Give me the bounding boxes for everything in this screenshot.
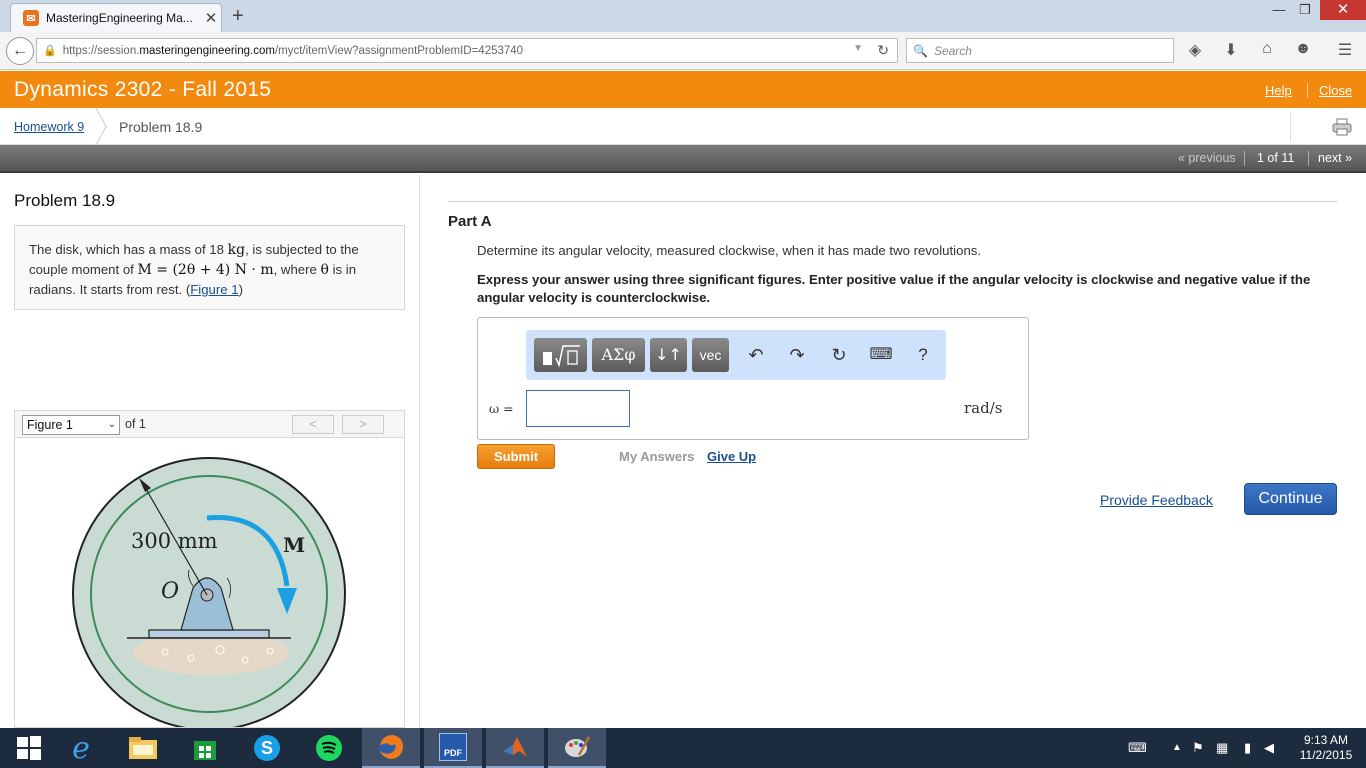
firefox-icon[interactable]	[362, 728, 420, 768]
print-icon[interactable]	[1332, 118, 1352, 136]
paint-icon[interactable]	[548, 728, 606, 768]
give-up-link[interactable]: Give Up	[707, 449, 756, 464]
redo-icon[interactable]: ↷	[784, 342, 810, 368]
search-input[interactable]: 🔍 Search	[906, 38, 1174, 63]
next-link[interactable]: next »	[1318, 151, 1352, 165]
internet-explorer-icon[interactable]: e	[52, 728, 110, 768]
store-icon[interactable]	[176, 728, 234, 768]
minimize-window-icon[interactable]: —	[1266, 0, 1292, 20]
volume-icon[interactable]: ◀	[1264, 740, 1274, 756]
breadcrumb-chevron-icon	[95, 108, 107, 145]
lock-icon: 🔒	[43, 45, 57, 57]
answer-box: ΑΣφ ↓↑ vec ↶ ↷ ↻ ⌨ ? ω = rad/s	[477, 317, 1029, 440]
site-favicon-icon: ✉	[23, 10, 39, 26]
problem-statement: The disk, which has a mass of 18 kg, is …	[14, 225, 405, 310]
part-title: Part A	[448, 213, 492, 230]
fraction-root-icon	[543, 345, 580, 368]
disk-figure: 300 mm O M	[72, 457, 346, 727]
keyboard-icon[interactable]: ⌨	[868, 342, 894, 368]
close-tab-icon[interactable]: ✕	[201, 9, 221, 27]
previous-link[interactable]: « previous	[1178, 151, 1236, 165]
action-center-flag-icon[interactable]: ⚑	[1192, 740, 1204, 756]
figure-next-button[interactable]: >	[342, 415, 384, 434]
breadcrumb: Homework 9 Problem 18.9	[0, 108, 1366, 145]
address-bar[interactable]: 🔒 https://session.masteringengineering.c…	[36, 38, 898, 63]
radius-label: 300 mm	[131, 529, 218, 553]
figure-select[interactable]: Figure 1 ⌄	[22, 415, 120, 435]
battery-icon[interactable]: ▮	[1244, 740, 1251, 756]
continue-button[interactable]: Continue	[1244, 483, 1337, 515]
browser-tab[interactable]: ✉ MasteringEngineering Ma... ✕	[10, 3, 222, 32]
pdf-reader-icon[interactable]: PDF	[424, 728, 482, 768]
reload-icon[interactable]: ↻	[877, 42, 889, 59]
reset-icon[interactable]: ↻	[826, 342, 852, 368]
pocket-icon[interactable]: ◈	[1184, 40, 1206, 60]
chevron-down-icon: ⌄	[107, 419, 116, 430]
header-divider	[1307, 83, 1308, 98]
variable-label: ω =	[489, 401, 514, 416]
answer-input[interactable]	[526, 390, 630, 427]
skype-icon[interactable]: S	[238, 728, 296, 768]
browser-nav-bar: ← 🔒 https://session.masteringengineering…	[0, 32, 1366, 70]
undo-icon[interactable]: ↶	[743, 342, 769, 368]
figure-count: of 1	[125, 417, 146, 431]
new-tab-icon[interactable]: +	[232, 5, 244, 28]
equation-toolbar: ΑΣφ ↓↑ vec ↶ ↷ ↻ ⌨ ?	[526, 330, 946, 380]
home-icon[interactable]: ⌂	[1256, 40, 1278, 58]
browser-tab-bar: ✉ MasteringEngineering Ma... ✕ + — ❐ ✕	[0, 0, 1366, 32]
instruction-text: Express your answer using three signific…	[477, 272, 1311, 305]
print-divider	[1290, 112, 1291, 142]
origin-label: O	[161, 579, 179, 604]
taskbar: e S PDF ⌨ ▲ ⚑ ▦ ▮ ◀ 9:13 AM 11/2/2015	[0, 728, 1366, 768]
vector-button[interactable]: vec	[692, 338, 729, 372]
figure-viewer: 300 mm O M	[14, 438, 405, 728]
course-title: Dynamics 2302 - Fall 2015	[14, 78, 272, 101]
provide-feedback-link[interactable]: Provide Feedback	[1100, 492, 1213, 508]
system-clock[interactable]: 9:13 AM 11/2/2015	[1296, 733, 1356, 763]
course-header: Dynamics 2302 - Fall 2015 Help Close	[0, 71, 1366, 108]
help-button[interactable]: ?	[910, 342, 936, 368]
pager-count: 1 of 11	[1257, 151, 1295, 165]
submit-button[interactable]: Submit	[477, 444, 555, 469]
breadcrumb-current: Problem 18.9	[119, 119, 203, 135]
moment-label: M	[283, 533, 305, 557]
url-dropdown-icon[interactable]: ▼	[853, 43, 863, 54]
url-text: https://session.masteringengineering.com…	[62, 44, 524, 57]
figure-link[interactable]: Figure 1	[190, 282, 238, 297]
matlab-icon[interactable]	[486, 728, 544, 768]
pager-divider	[1244, 151, 1245, 166]
show-hidden-icons-icon[interactable]: ▲	[1172, 742, 1182, 753]
question-text: Determine its angular velocity, measured…	[477, 243, 982, 258]
unit-label: rad/s	[964, 399, 1003, 417]
file-explorer-icon[interactable]	[114, 728, 172, 768]
moment-formula: M = (2θ + 4) N · m	[137, 262, 274, 278]
figure-prev-button[interactable]: <	[292, 415, 334, 434]
menu-icon[interactable]: ☰	[1334, 40, 1356, 60]
back-arrow-icon[interactable]: ←	[6, 37, 34, 65]
chat-icon[interactable]: ☻	[1292, 40, 1314, 58]
tab-title: MasteringEngineering Ma...	[46, 11, 193, 25]
download-icon[interactable]: ⬇	[1220, 40, 1242, 60]
spotify-icon[interactable]	[300, 728, 358, 768]
close-window-icon[interactable]: ✕	[1320, 0, 1366, 20]
template-button[interactable]	[534, 338, 587, 372]
close-link[interactable]: Close	[1319, 83, 1352, 98]
greek-symbols-button[interactable]: ΑΣφ	[592, 338, 645, 372]
pager-divider	[1308, 151, 1309, 166]
problem-pane: Problem 18.9 The disk, which has a mass …	[0, 175, 420, 728]
figure-toolbar: Figure 1 ⌄ of 1 < >	[14, 410, 405, 438]
network-icon[interactable]: ▦	[1216, 740, 1228, 756]
problem-pager: « previous 1 of 11 next »	[0, 145, 1366, 173]
breadcrumb-homework-link[interactable]: Homework 9	[14, 120, 84, 134]
problem-title: Problem 18.9	[14, 191, 116, 210]
subscript-superscript-button[interactable]: ↓↑	[650, 338, 687, 372]
search-icon: 🔍	[913, 43, 928, 58]
help-link[interactable]: Help	[1265, 83, 1292, 98]
restore-window-icon[interactable]: ❐	[1292, 0, 1318, 20]
my-answers-link[interactable]: My Answers	[619, 449, 694, 464]
touch-keyboard-icon[interactable]: ⌨	[1128, 740, 1147, 756]
windows-start-icon[interactable]	[0, 728, 58, 768]
part-divider	[448, 201, 1337, 202]
